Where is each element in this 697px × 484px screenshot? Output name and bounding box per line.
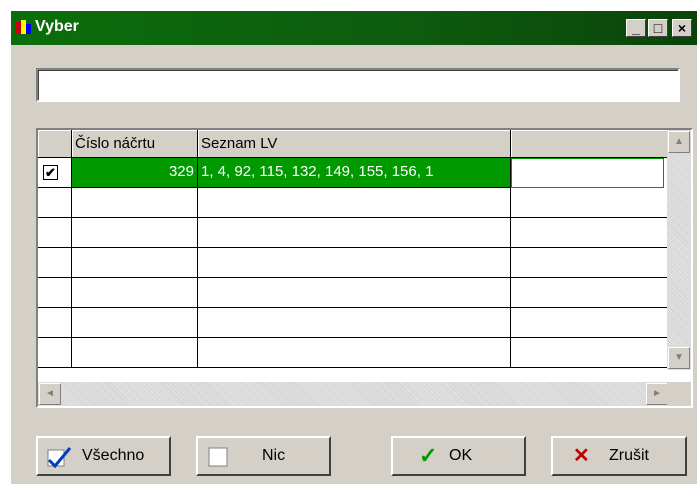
column-header-seznam[interactable]: Seznam LV (198, 130, 511, 158)
cross-icon: ✕ (573, 445, 590, 467)
table-cell[interactable] (72, 188, 198, 218)
close-button[interactable]: × (672, 19, 692, 37)
table-cell[interactable] (198, 338, 511, 368)
empty-checkbox-icon (208, 447, 228, 467)
ok-label: OK (449, 447, 473, 464)
dialog-window: Vyber _ □ × Číslo náčrtu Seznam LV ✔ 329… (10, 10, 697, 484)
table-cell[interactable] (198, 188, 511, 218)
table-cell[interactable] (72, 278, 198, 308)
select-none-button[interactable]: Nic (196, 436, 331, 476)
cell-empty-focused[interactable] (511, 158, 664, 188)
table-cell[interactable] (198, 218, 511, 248)
check-all-icon (47, 447, 72, 469)
cancel-button[interactable]: ✕ Zrušit (551, 436, 687, 476)
title-bar[interactable]: Vyber _ □ × (11, 11, 697, 45)
table-cell[interactable] (72, 218, 198, 248)
table-cell[interactable] (511, 188, 669, 218)
table-cell[interactable] (198, 248, 511, 278)
window-title: Vyber (35, 18, 79, 35)
table-cell[interactable] (72, 338, 198, 368)
table-row[interactable] (38, 308, 72, 338)
table-cell[interactable] (511, 278, 669, 308)
table-cell[interactable] (511, 248, 669, 278)
maximize-button[interactable]: □ (648, 19, 668, 37)
table-cell[interactable] (198, 308, 511, 338)
filter-input[interactable] (36, 68, 680, 102)
table-cell[interactable] (72, 308, 198, 338)
horizontal-scrollbar[interactable]: ◄ ► (38, 382, 669, 406)
select-none-label: Nic (262, 447, 286, 464)
checkbox-checked-icon[interactable]: ✔ (43, 165, 58, 180)
app-icon (15, 20, 31, 34)
minimize-button[interactable]: _ (626, 19, 646, 37)
table-row[interactable] (38, 338, 72, 368)
scroll-down-icon[interactable]: ▼ (668, 347, 690, 369)
select-all-label: Všechno (82, 447, 145, 464)
ok-button[interactable]: ✓ OK (391, 436, 526, 476)
table-row[interactable] (38, 278, 72, 308)
table-row[interactable] (38, 248, 72, 278)
scroll-corner (667, 382, 691, 406)
table-row[interactable] (38, 218, 72, 248)
table-cell[interactable] (198, 278, 511, 308)
data-grid: Číslo náčrtu Seznam LV ✔ 329 1, 4, 92, 1… (36, 128, 693, 408)
cancel-label: Zrušit (609, 447, 649, 464)
column-header-empty (511, 130, 669, 158)
vertical-scrollbar[interactable]: ▲ ▼ (667, 130, 691, 370)
check-icon: ✓ (419, 443, 438, 468)
table-row[interactable] (38, 188, 72, 218)
table-cell[interactable] (511, 218, 669, 248)
row-indicator-header (38, 130, 72, 158)
row-checkbox-cell[interactable]: ✔ (38, 158, 72, 188)
table-cell[interactable] (72, 248, 198, 278)
scroll-right-icon[interactable]: ► (646, 383, 668, 405)
column-header-cislo[interactable]: Číslo náčrtu (72, 130, 198, 158)
table-cell[interactable] (511, 338, 669, 368)
cell-seznam[interactable]: 1, 4, 92, 115, 132, 149, 155, 156, 1 (198, 158, 511, 188)
scroll-up-icon[interactable]: ▲ (668, 131, 690, 153)
cell-cislo[interactable]: 329 (72, 158, 198, 188)
table-cell[interactable] (511, 308, 669, 338)
select-all-button[interactable]: Všechno (36, 436, 171, 476)
scroll-left-icon[interactable]: ◄ (39, 383, 61, 405)
